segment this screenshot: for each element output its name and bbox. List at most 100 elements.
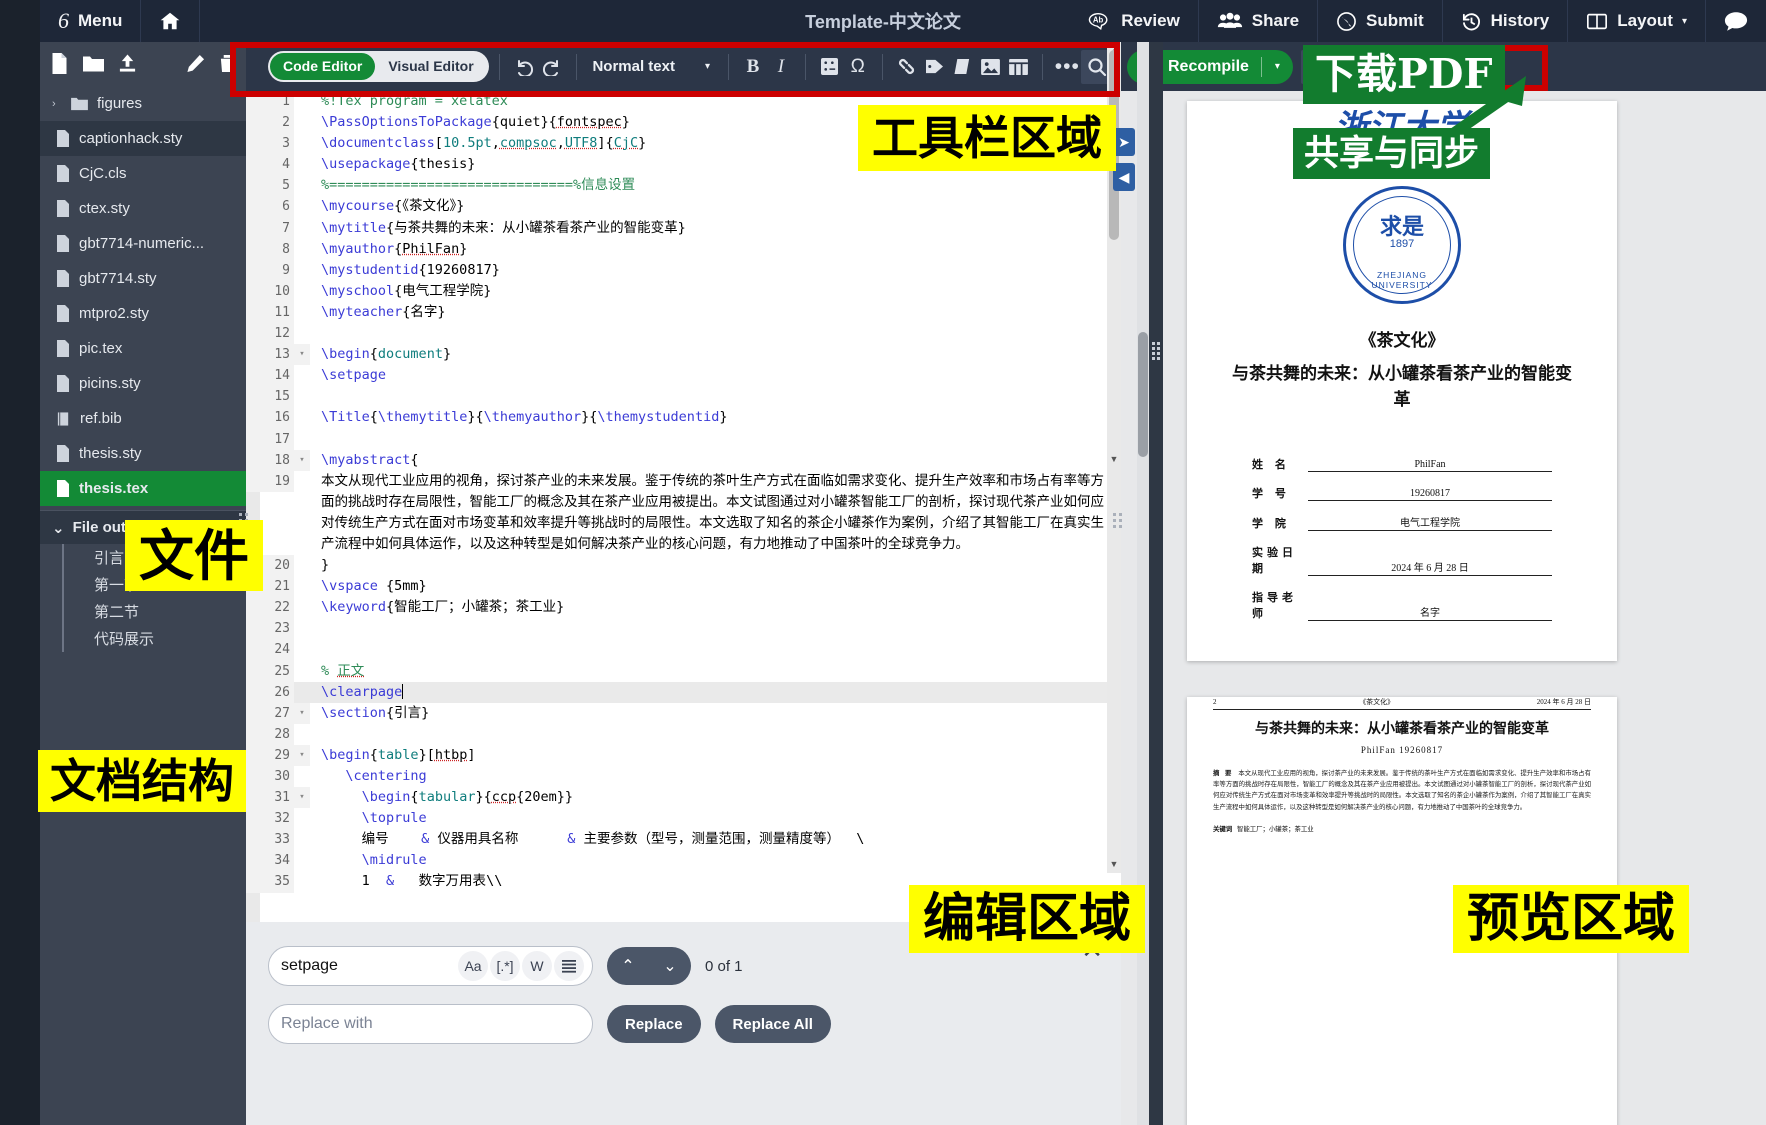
code-line[interactable]: 9\mystudentid{19260817}	[246, 260, 1107, 281]
editor-mode-toggle[interactable]: Code Editor Visual Editor	[268, 51, 489, 82]
share-button[interactable]: Share	[1199, 0, 1318, 42]
whole-word-toggle[interactable]: W	[522, 951, 552, 981]
pdf-splitter-rail[interactable]	[1149, 42, 1163, 1125]
chevron-down-icon[interactable]: ⌄	[649, 956, 691, 976]
code-line[interactable]: 5%==============================%信息设置	[246, 175, 1107, 196]
code-line[interactable]: 17	[246, 429, 1107, 450]
code-line[interactable]: 27▾\section{引言}	[246, 703, 1107, 724]
file-row-gbt7714-sty[interactable]: gbt7714.sty	[40, 261, 246, 296]
code-line[interactable]: 31▾ \begin{tabular}{ccp{20em}}	[246, 787, 1107, 808]
code-line[interactable]: 13▾\begin{document}	[246, 344, 1107, 365]
menu-button[interactable]: 6 Menu	[40, 0, 141, 42]
sidebar-editor-splitter-grip[interactable]	[238, 505, 248, 535]
file-outline-header[interactable]: ⌄ File outline	[40, 510, 246, 544]
redo-icon[interactable]	[538, 52, 566, 82]
italic-button[interactable]: I	[767, 52, 795, 82]
code-editor-area[interactable]: 1%!Tex program = xelatex2\PassOptionsToP…	[246, 91, 1121, 922]
outline-item-3[interactable]: 代码展示	[62, 625, 246, 652]
chat-button[interactable]	[1706, 0, 1766, 42]
bold-button[interactable]: B	[739, 52, 767, 82]
file-row-gbt7714-numeric[interactable]: gbt7714-numeric...	[40, 226, 246, 261]
file-row-ctex-sty[interactable]: ctex.sty	[40, 191, 246, 226]
delete-trash-icon[interactable]	[219, 54, 236, 73]
download-pdf-button[interactable]	[1343, 50, 1377, 84]
code-line[interactable]: 19本文从现代工业应用的视角，探讨茶产业的未来发展。鉴于传统的茶叶生产方式在面临…	[246, 471, 1107, 555]
code-line[interactable]: 7\mytitle{与茶共舞的未来：从小罐茶看茶产业的智能变革}	[246, 218, 1107, 239]
search-input[interactable]: setpage Aa [.*] W	[268, 946, 593, 986]
code-fold-toggle[interactable]: ▾	[294, 787, 310, 808]
code-line[interactable]: 14\setpage	[246, 365, 1107, 386]
code-line[interactable]: 18▾\myabstract{	[246, 450, 1107, 471]
more-ellipsis-icon[interactable]: •••	[1053, 52, 1081, 82]
match-case-toggle[interactable]: Aa	[458, 951, 488, 981]
file-row-figures[interactable]: › figures	[40, 86, 246, 121]
recompile-dropdown-caret[interactable]: ▾	[1262, 61, 1293, 72]
code-line[interactable]: 35 1 & 数字万用表\\	[246, 871, 1107, 892]
math-grid-icon[interactable]	[816, 52, 844, 82]
code-line[interactable]: 28	[246, 724, 1107, 745]
code-line[interactable]: 15	[246, 386, 1107, 407]
code-line[interactable]: 22\keyword{智能工厂；小罐茶；茶工业}	[246, 597, 1107, 618]
bibliography-icon[interactable]	[949, 52, 977, 82]
history-button[interactable]: History	[1443, 0, 1569, 42]
file-row-thesis-tex[interactable]: thesis.tex	[40, 471, 246, 506]
close-find-bar-icon[interactable]: ✕	[1081, 936, 1103, 962]
code-line[interactable]: 6\mycourse{《茶文化》}	[246, 196, 1107, 217]
replace-input[interactable]: Replace with	[268, 1004, 593, 1044]
code-line[interactable]: 2\PassOptionsToPackage{quiet}{fontspec}	[246, 112, 1107, 133]
chevron-up-icon[interactable]: ⌃	[607, 956, 649, 976]
code-line[interactable]: 24	[246, 639, 1107, 660]
outline-item-1[interactable]: 第一节	[62, 571, 246, 598]
tag-icon[interactable]	[921, 52, 949, 82]
visual-editor-tab[interactable]: Visual Editor	[375, 53, 486, 80]
new-file-icon[interactable]	[50, 53, 69, 74]
compile-logs-button[interactable]: 2	[1301, 50, 1335, 84]
code-line[interactable]: 4\usepackage{thesis}	[246, 154, 1107, 175]
review-button[interactable]: Ab Review	[1068, 0, 1199, 42]
code-line[interactable]: 1%!Tex program = xelatex	[246, 91, 1107, 112]
code-line[interactable]: 8\myauthor{PhilFan}	[246, 239, 1107, 260]
code-line[interactable]: 33 编号 & 仪器用具名称 & 主要参数（型号，测量范围，测量精度等） \	[246, 829, 1107, 850]
outline-item-2[interactable]: 第二节	[62, 598, 246, 625]
replace-button[interactable]: Replace	[607, 1005, 701, 1043]
editor-pdf-splitter-grip[interactable]	[1112, 505, 1122, 535]
code-line[interactable]: 10\myschool{电气工程学院}	[246, 281, 1107, 302]
code-editor-tab[interactable]: Code Editor	[270, 53, 375, 80]
replace-all-button[interactable]: Replace All	[715, 1005, 831, 1043]
omega-symbol-button[interactable]: Ω	[844, 52, 872, 82]
submit-button[interactable]: Submit	[1318, 0, 1443, 42]
file-row-ref-bib[interactable]: ref.bib	[40, 401, 246, 436]
code-line[interactable]: 16\Title{\themytitle}{\themyauthor}{\the…	[246, 407, 1107, 428]
code-line[interactable]: 23	[246, 618, 1107, 639]
scroll-down-arrow[interactable]: ▼	[1107, 452, 1121, 466]
file-row-pic-tex[interactable]: pic.tex	[40, 331, 246, 366]
code-line[interactable]: 20}	[246, 555, 1107, 576]
regex-toggle[interactable]: [.*]	[490, 951, 520, 981]
paragraph-style-select[interactable]: Normal text ▾	[586, 58, 718, 75]
pdf-splitter-grip[interactable]	[1152, 342, 1160, 360]
code-line[interactable]: 3\documentclass[10.5pt,compsoc,UTF8]{CjC…	[246, 133, 1107, 154]
new-folder-icon[interactable]	[83, 54, 104, 73]
search-in-selection-icon[interactable]	[554, 951, 584, 981]
code-line[interactable]: 32 \toprule	[246, 808, 1107, 829]
code-line[interactable]: 25% 正文	[246, 661, 1107, 682]
file-row-mtpro2-sty[interactable]: mtpro2.sty	[40, 296, 246, 331]
file-row-thesis-sty[interactable]: thesis.sty	[40, 436, 246, 471]
rename-pencil-icon[interactable]	[186, 54, 205, 73]
code-line[interactable]: 21\vspace {5mm}	[246, 576, 1107, 597]
expand-editor-arrow-left[interactable]: ◀	[1113, 163, 1135, 191]
code-fold-toggle[interactable]: ▾	[294, 344, 310, 365]
link-icon[interactable]	[893, 52, 921, 82]
code-line[interactable]: 11\myteacher{名字}	[246, 302, 1107, 323]
undo-icon[interactable]	[510, 52, 538, 82]
code-line[interactable]: 12	[246, 323, 1107, 344]
table-icon[interactable]	[1004, 52, 1032, 82]
pdf-scrollbar-thumb[interactable]	[1138, 332, 1148, 457]
home-button[interactable]	[141, 0, 200, 42]
expand-pdf-arrow-right[interactable]: ➤	[1113, 128, 1135, 156]
outline-item-0[interactable]: 引言	[62, 544, 246, 571]
code-fold-toggle[interactable]: ▾	[294, 703, 310, 724]
upload-icon[interactable]	[118, 53, 137, 73]
file-row-picins-sty[interactable]: picins.sty	[40, 366, 246, 401]
code-line[interactable]: 34 \midrule	[246, 850, 1107, 871]
